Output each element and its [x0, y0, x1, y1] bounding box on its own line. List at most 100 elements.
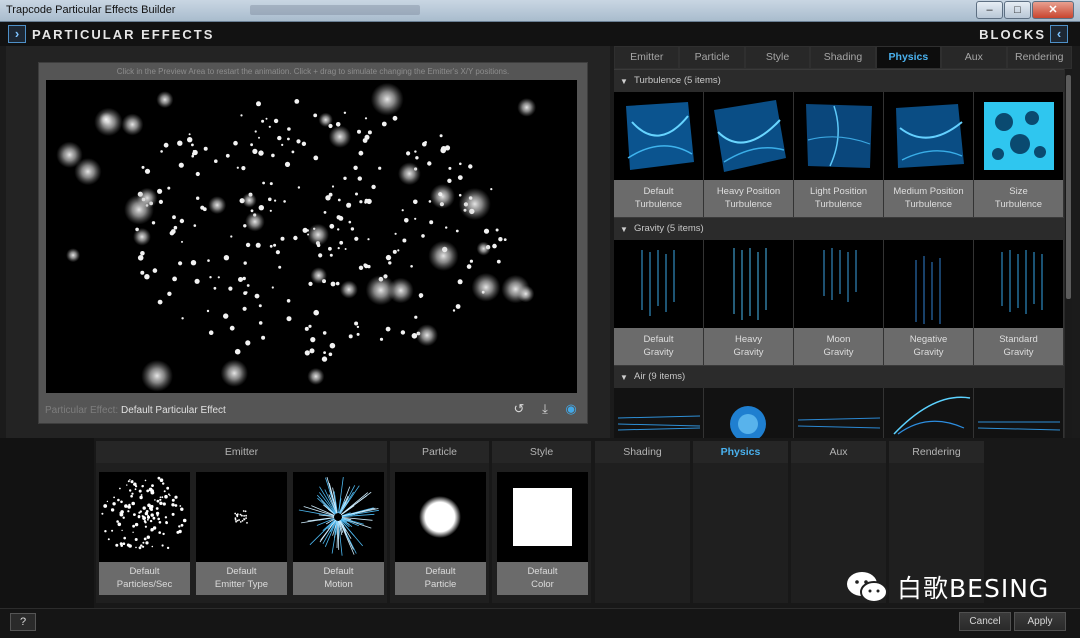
blocks-tabs: Emitter Particle Style Shading Physics A…: [614, 46, 1072, 69]
preset-negative-gravity[interactable]: Negative Gravity: [884, 240, 974, 365]
collapse-triangle-icon: ▼: [620, 373, 628, 382]
block-default-particle[interactable]: Default Particle: [395, 472, 486, 595]
design-panel-margin: [0, 438, 94, 608]
tab-physics[interactable]: Physics: [875, 46, 942, 69]
section-header-turbulence[interactable]: ▼ Turbulence (5 items): [614, 69, 1064, 92]
section-header-air[interactable]: ▼ Air (9 items): [614, 365, 1064, 388]
column-header-emitter[interactable]: Emitter: [96, 441, 387, 463]
watermark-text: 白歌BESING: [897, 574, 1050, 603]
window-title-bar: Trapcode Particular Effects Builder – □ …: [0, 0, 1080, 22]
footer-bar: ? Cancel Apply: [0, 608, 1080, 638]
apply-button[interactable]: Apply: [1014, 612, 1066, 631]
preset-air-4[interactable]: [884, 388, 974, 438]
block-default-particles-sec[interactable]: Default Particles/Sec: [99, 472, 190, 595]
preset-default-turbulence[interactable]: Default Turbulence: [614, 92, 704, 217]
preview-panel: Click in the Preview Area to restart the…: [6, 46, 610, 438]
preset-air-3[interactable]: [794, 388, 884, 438]
section-title: Air: [634, 371, 646, 382]
close-icon[interactable]: ✕: [1032, 1, 1074, 19]
block-label: Default Emitter Type: [196, 562, 287, 595]
tab-emitter[interactable]: Emitter: [614, 46, 680, 69]
preset-heavy-gravity[interactable]: Heavy Gravity: [704, 240, 794, 365]
save-icon[interactable]: ⤓: [537, 401, 553, 417]
block-thumbnail: [99, 472, 190, 562]
collapse-triangle-icon: ▼: [620, 77, 628, 86]
tab-style[interactable]: Style: [744, 46, 811, 69]
preview-area[interactable]: [46, 80, 577, 393]
particle-preview-render: [56, 82, 537, 392]
block-thumbnail: [293, 472, 384, 562]
block-label: Default Particles/Sec: [99, 562, 190, 595]
collapse-triangle-icon: ▼: [620, 225, 628, 234]
column-header-style[interactable]: Style: [492, 441, 591, 463]
blocks-panel: Emitter Particle Style Shading Physics A…: [614, 46, 1072, 438]
minimize-icon[interactable]: –: [976, 1, 1003, 19]
particular-effect-prefix: Particular Effect:: [45, 405, 119, 416]
wechat-logo-icon: [845, 569, 889, 605]
preset-thumbnail: [884, 92, 973, 180]
section-title: Gravity: [634, 223, 665, 234]
preset-label: Medium Position Turbulence: [884, 180, 973, 217]
cancel-button[interactable]: Cancel: [959, 612, 1011, 631]
tab-aux[interactable]: Aux: [941, 46, 1007, 69]
watermark: 白歌BESING: [845, 569, 1049, 605]
block-default-color[interactable]: Default Color: [497, 472, 588, 595]
window-controls: – □ ✕: [975, 1, 1074, 19]
help-button[interactable]: ?: [10, 613, 36, 631]
column-header-rendering[interactable]: Rendering: [889, 441, 984, 463]
preset-air-5[interactable]: [974, 388, 1064, 438]
app-header: › PARTICULAR EFFECTS BLOCKS ‹: [0, 22, 1080, 46]
section-header-gravity[interactable]: ▼ Gravity (5 items): [614, 217, 1064, 240]
preset-default-gravity[interactable]: Default Gravity: [614, 240, 704, 365]
preset-thumbnail: [704, 240, 793, 328]
gravity-presets: Default Gravity Heavy Gravity Moon Gravity …: [614, 240, 1064, 365]
preset-thumbnail: [884, 240, 973, 328]
preset-size-turbulence[interactable]: Size Turbulence: [974, 92, 1064, 217]
block-thumbnail: [395, 472, 486, 562]
tab-rendering[interactable]: Rendering: [1006, 46, 1072, 69]
preset-label: Default Gravity: [614, 328, 703, 365]
preview-frame: Click in the Preview Area to restart the…: [38, 62, 588, 424]
preview-hint: Click in the Preview Area to restart the…: [116, 67, 510, 76]
window-title: Trapcode Particular Effects Builder: [6, 4, 176, 16]
preset-air-2[interactable]: [704, 388, 794, 438]
blocks-scrollbar[interactable]: [1064, 69, 1072, 438]
block-thumbnail: [497, 472, 588, 562]
preset-thumbnail: [794, 240, 883, 328]
blocks-title: BLOCKS: [979, 27, 1046, 42]
column-header-physics[interactable]: Physics: [693, 441, 788, 463]
block-default-motion[interactable]: Default Motion: [293, 472, 384, 595]
info-icon[interactable]: ◉: [563, 401, 579, 417]
maximize-icon[interactable]: □: [1004, 1, 1031, 19]
column-header-shading[interactable]: Shading: [595, 441, 690, 463]
preset-air-1[interactable]: [614, 388, 704, 438]
preset-label: Moon Gravity: [794, 328, 883, 365]
preset-thumbnail: [614, 240, 703, 328]
preset-thumbnail: [974, 240, 1063, 328]
column-header-particle[interactable]: Particle: [390, 441, 489, 463]
column-header-aux[interactable]: Aux: [791, 441, 886, 463]
preset-thumbnail: [974, 92, 1063, 180]
tab-shading[interactable]: Shading: [810, 46, 876, 69]
block-default-emitter-type[interactable]: Default Emitter Type: [196, 472, 287, 595]
preset-moon-gravity[interactable]: Moon Gravity: [794, 240, 884, 365]
particular-effect-name: Default Particular Effect: [120, 405, 226, 416]
particular-effect-label: Particular Effect: Default Particular Ef…: [45, 405, 226, 416]
preset-standard-gravity[interactable]: Standard Gravity: [974, 240, 1064, 365]
preset-medium-position-turbulence[interactable]: Medium Position Turbulence: [884, 92, 974, 217]
block-thumbnail: [196, 472, 287, 562]
restart-icon[interactable]: ↺: [511, 401, 527, 417]
tab-particle[interactable]: Particle: [679, 46, 745, 69]
blurred-taskbar-area: [250, 5, 420, 15]
preset-thumbnail: [704, 92, 793, 180]
block-label: Default Motion: [293, 562, 384, 595]
collapse-right-arrow-icon[interactable]: ‹: [1050, 25, 1068, 43]
scrollbar-thumb[interactable]: [1066, 75, 1071, 299]
preset-label: Standard Gravity: [974, 328, 1063, 365]
blocks-library: ▼ Turbulence (5 items) Default Turbulence…: [614, 69, 1064, 438]
preset-light-position-turbulence[interactable]: Light Position Turbulence: [794, 92, 884, 217]
preview-actions: ↺ ⤓ ◉: [511, 401, 579, 417]
preset-heavy-position-turbulence[interactable]: Heavy Position Turbulence: [704, 92, 794, 217]
preset-label: Heavy Position Turbulence: [704, 180, 793, 217]
expand-left-arrow-icon[interactable]: ›: [8, 25, 26, 43]
